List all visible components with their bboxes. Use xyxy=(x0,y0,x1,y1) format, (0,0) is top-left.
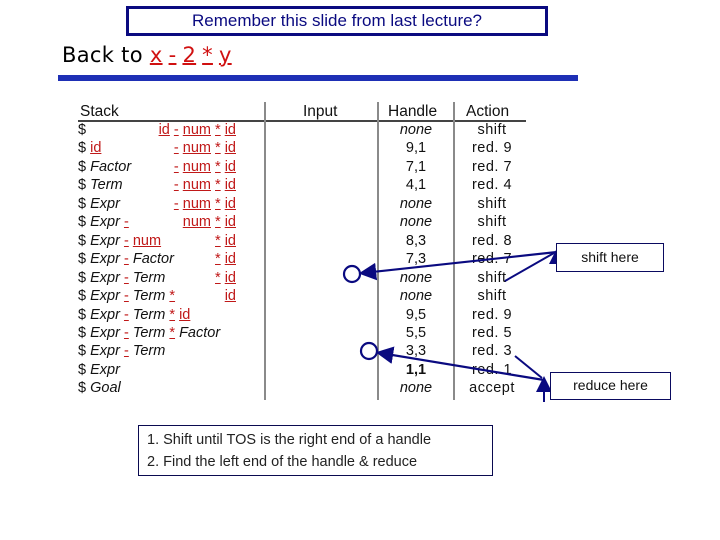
handle-left-circle xyxy=(359,341,379,361)
reduce-arrow xyxy=(375,346,545,382)
steps-box: 1. Shift until TOS is the right end of a… xyxy=(138,425,493,476)
reduce-here-note: reduce here xyxy=(550,372,671,400)
reduce-action-arrow xyxy=(514,355,543,379)
step-2: 2. Find the left end of the handle & red… xyxy=(147,454,418,470)
shift-arrow xyxy=(358,250,558,281)
step-1: 1. Shift until TOS is the right end of a… xyxy=(147,432,432,448)
shift-here-note: shift here xyxy=(556,243,664,272)
stack-top-circle xyxy=(342,264,362,284)
